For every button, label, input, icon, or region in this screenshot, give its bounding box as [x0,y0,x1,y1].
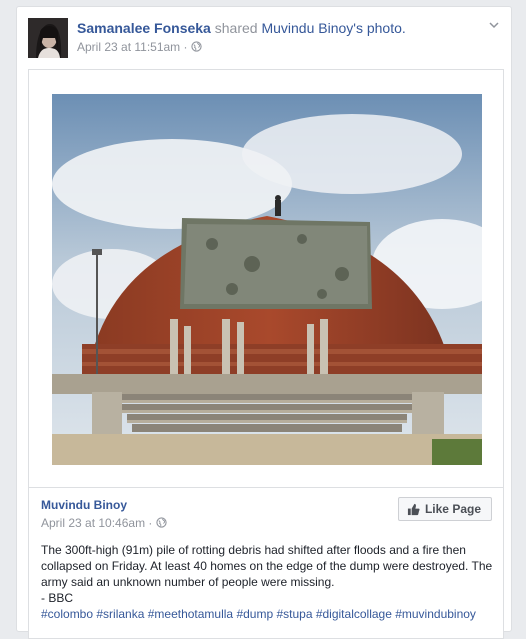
meta-separator: · [183,40,188,54]
shared-meta: April 23 at 10:46am · [41,516,167,530]
chevron-down-icon[interactable] [486,19,502,35]
post-body: The 300ft-high (91m) pile of rotting deb… [41,542,493,622]
post-header: Samanalee Fonseka shared Muvindu Binoy's… [77,19,481,37]
like-page-label: Like Page [424,502,481,516]
body-line: collapsed on Friday. At least 40 homes o… [41,559,493,573]
globe-icon[interactable] [156,516,167,530]
thumbs-up-icon [407,503,420,515]
shared-word: shared [214,20,258,36]
body-line: - BBC [41,591,74,605]
photo-frame[interactable] [29,70,503,488]
post-meta: April 23 at 11:51am · [77,40,202,54]
profile-photo [28,18,68,58]
author-name[interactable]: Samanalee Fonseka [77,20,211,36]
globe-icon[interactable] [191,40,202,54]
meta-separator: · [148,516,153,530]
page-name[interactable]: Muvindu Binoy [41,498,127,512]
stupa-garbage-photo[interactable] [52,94,482,465]
avatar[interactable] [28,18,68,58]
shared-post: Muvindu Binoy April 23 at 10:46am · Like… [28,69,504,639]
body-line: army said an unknown number of people we… [41,575,335,589]
like-page-button[interactable]: Like Page [397,497,492,521]
post-card: Samanalee Fonseka shared Muvindu Binoy's… [16,6,512,639]
shared-from-link[interactable]: Muvindu Binoy's photo. [261,20,405,36]
shared-timestamp[interactable]: April 23 at 10:46am [41,516,145,530]
body-line: The 300ft-high (91m) pile of rotting deb… [41,543,466,557]
post-timestamp[interactable]: April 23 at 11:51am [77,40,180,54]
hashtags[interactable]: #colombo #srilanka #meethotamulla #dump … [41,606,493,622]
